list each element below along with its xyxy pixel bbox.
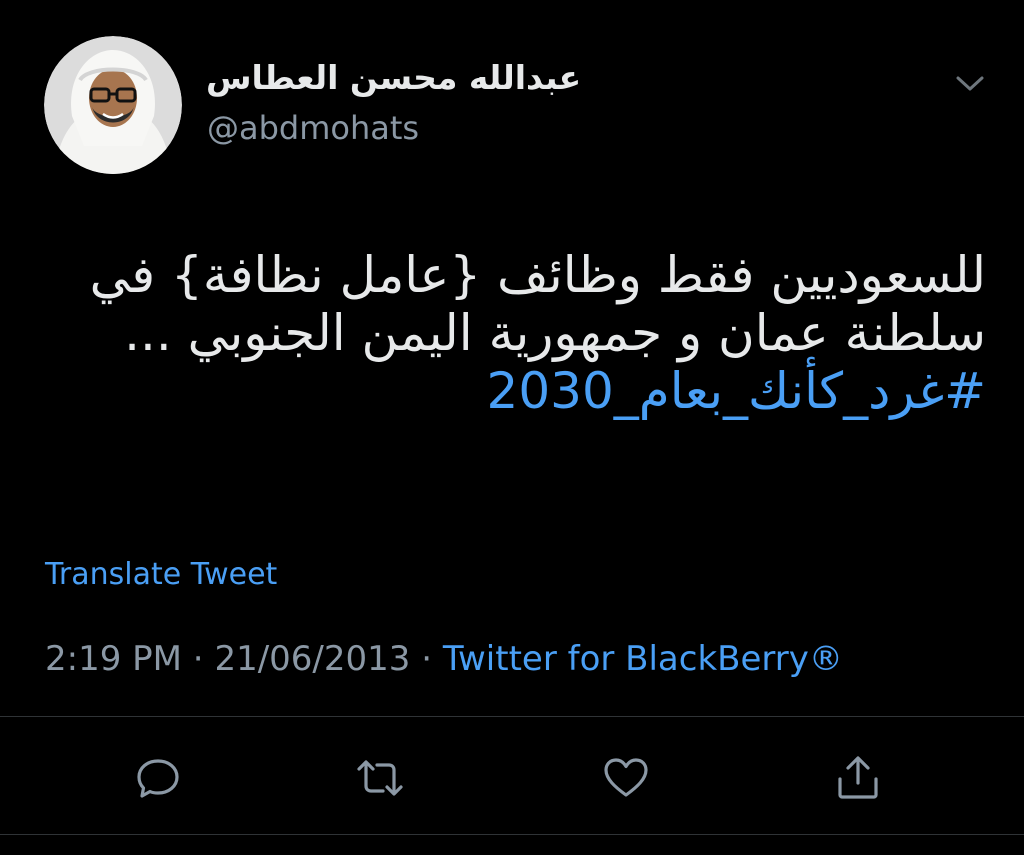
share-upload-icon	[838, 756, 878, 799]
share-button[interactable]	[830, 750, 886, 806]
tweet-date: 21/06/2013	[214, 639, 411, 679]
user-handle[interactable]: @abdmohats	[207, 108, 419, 148]
retweet-arrows-icon	[357, 760, 403, 796]
translate-tweet-link[interactable]: Translate Tweet	[45, 556, 277, 594]
meta-separator: ·	[182, 639, 215, 679]
tweet-time: 2:19 PM	[45, 639, 182, 679]
like-button[interactable]	[598, 750, 654, 806]
avatar[interactable]	[44, 36, 182, 174]
divider	[0, 834, 1024, 835]
divider	[0, 716, 1024, 717]
meta-separator: ·	[410, 639, 443, 679]
heart-icon	[604, 758, 648, 797]
chevron-down-icon	[956, 76, 984, 91]
tweet-line: للسعوديين فقط وظائف {عامل نظافة} في	[89, 246, 986, 304]
more-options-button[interactable]	[952, 66, 988, 102]
avatar-image	[44, 36, 182, 174]
tweet-metadata: 2:19 PM · 21/06/2013 · Twitter for Black…	[45, 638, 843, 680]
tweet-text: للسعوديين فقط وظائف {عامل نظافة} في سلطن…	[90, 246, 986, 420]
display-name[interactable]: عبدالله محسن العطاس	[206, 58, 581, 98]
speech-bubble-icon	[137, 759, 179, 798]
tweet-line: سلطنة عمان و جمهورية اليمن الجنوبي ...	[124, 304, 986, 362]
tweet-source-link[interactable]: Twitter for BlackBerry®	[443, 639, 843, 679]
hashtag-link[interactable]: #غرد_كأنك_بعام_2030	[90, 362, 986, 420]
reply-button[interactable]	[130, 750, 186, 806]
retweet-button[interactable]	[352, 750, 408, 806]
